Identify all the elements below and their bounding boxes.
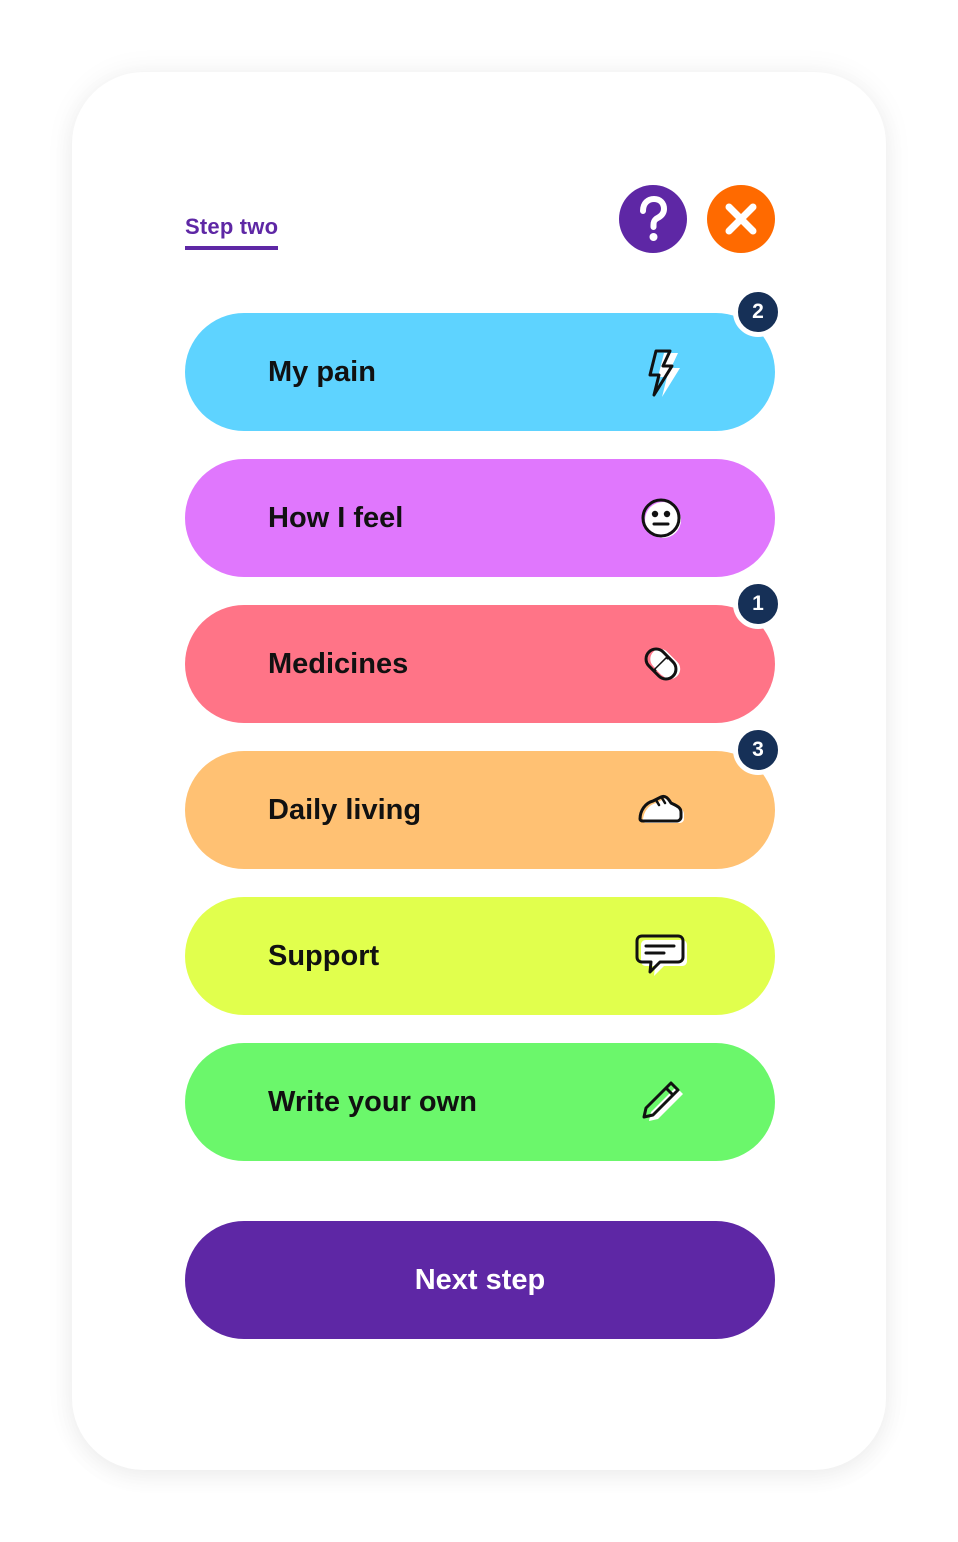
category-label: Write your own <box>268 1086 477 1118</box>
next-step-button[interactable]: Next step <box>185 1221 775 1339</box>
question-icon <box>619 185 687 253</box>
category-how-i-feel-button[interactable]: How I feel <box>185 459 775 577</box>
category-daily-living-button[interactable]: Daily living 3 <box>185 725 783 869</box>
category-medicines-button[interactable]: Medicines 1 <box>185 579 783 723</box>
category-support-button[interactable]: Support <box>185 897 775 1015</box>
count-badge: 2 <box>733 287 783 337</box>
lightning-icon <box>634 345 688 399</box>
count-badge: 1 <box>733 579 783 629</box>
pencil-icon <box>634 1075 688 1129</box>
neutral-face-icon <box>634 491 688 545</box>
pill-icon <box>634 637 688 691</box>
help-button[interactable] <box>619 185 687 253</box>
category-label: Daily living <box>268 794 422 826</box>
category-label: How I feel <box>268 502 404 534</box>
category-label: Support <box>268 940 380 972</box>
close-button[interactable] <box>707 185 775 253</box>
chat-bubble-icon <box>634 929 688 983</box>
category-label: Medicines <box>268 648 409 680</box>
close-icon <box>707 185 775 253</box>
shoe-icon <box>634 783 688 837</box>
category-write-your-own-button[interactable]: Write your own <box>185 1043 775 1161</box>
step-title: Step two <box>185 214 279 250</box>
count-badge: 3 <box>733 725 783 775</box>
category-my-pain-button[interactable]: My pain 2 <box>185 287 783 431</box>
category-label: My pain <box>268 356 376 388</box>
